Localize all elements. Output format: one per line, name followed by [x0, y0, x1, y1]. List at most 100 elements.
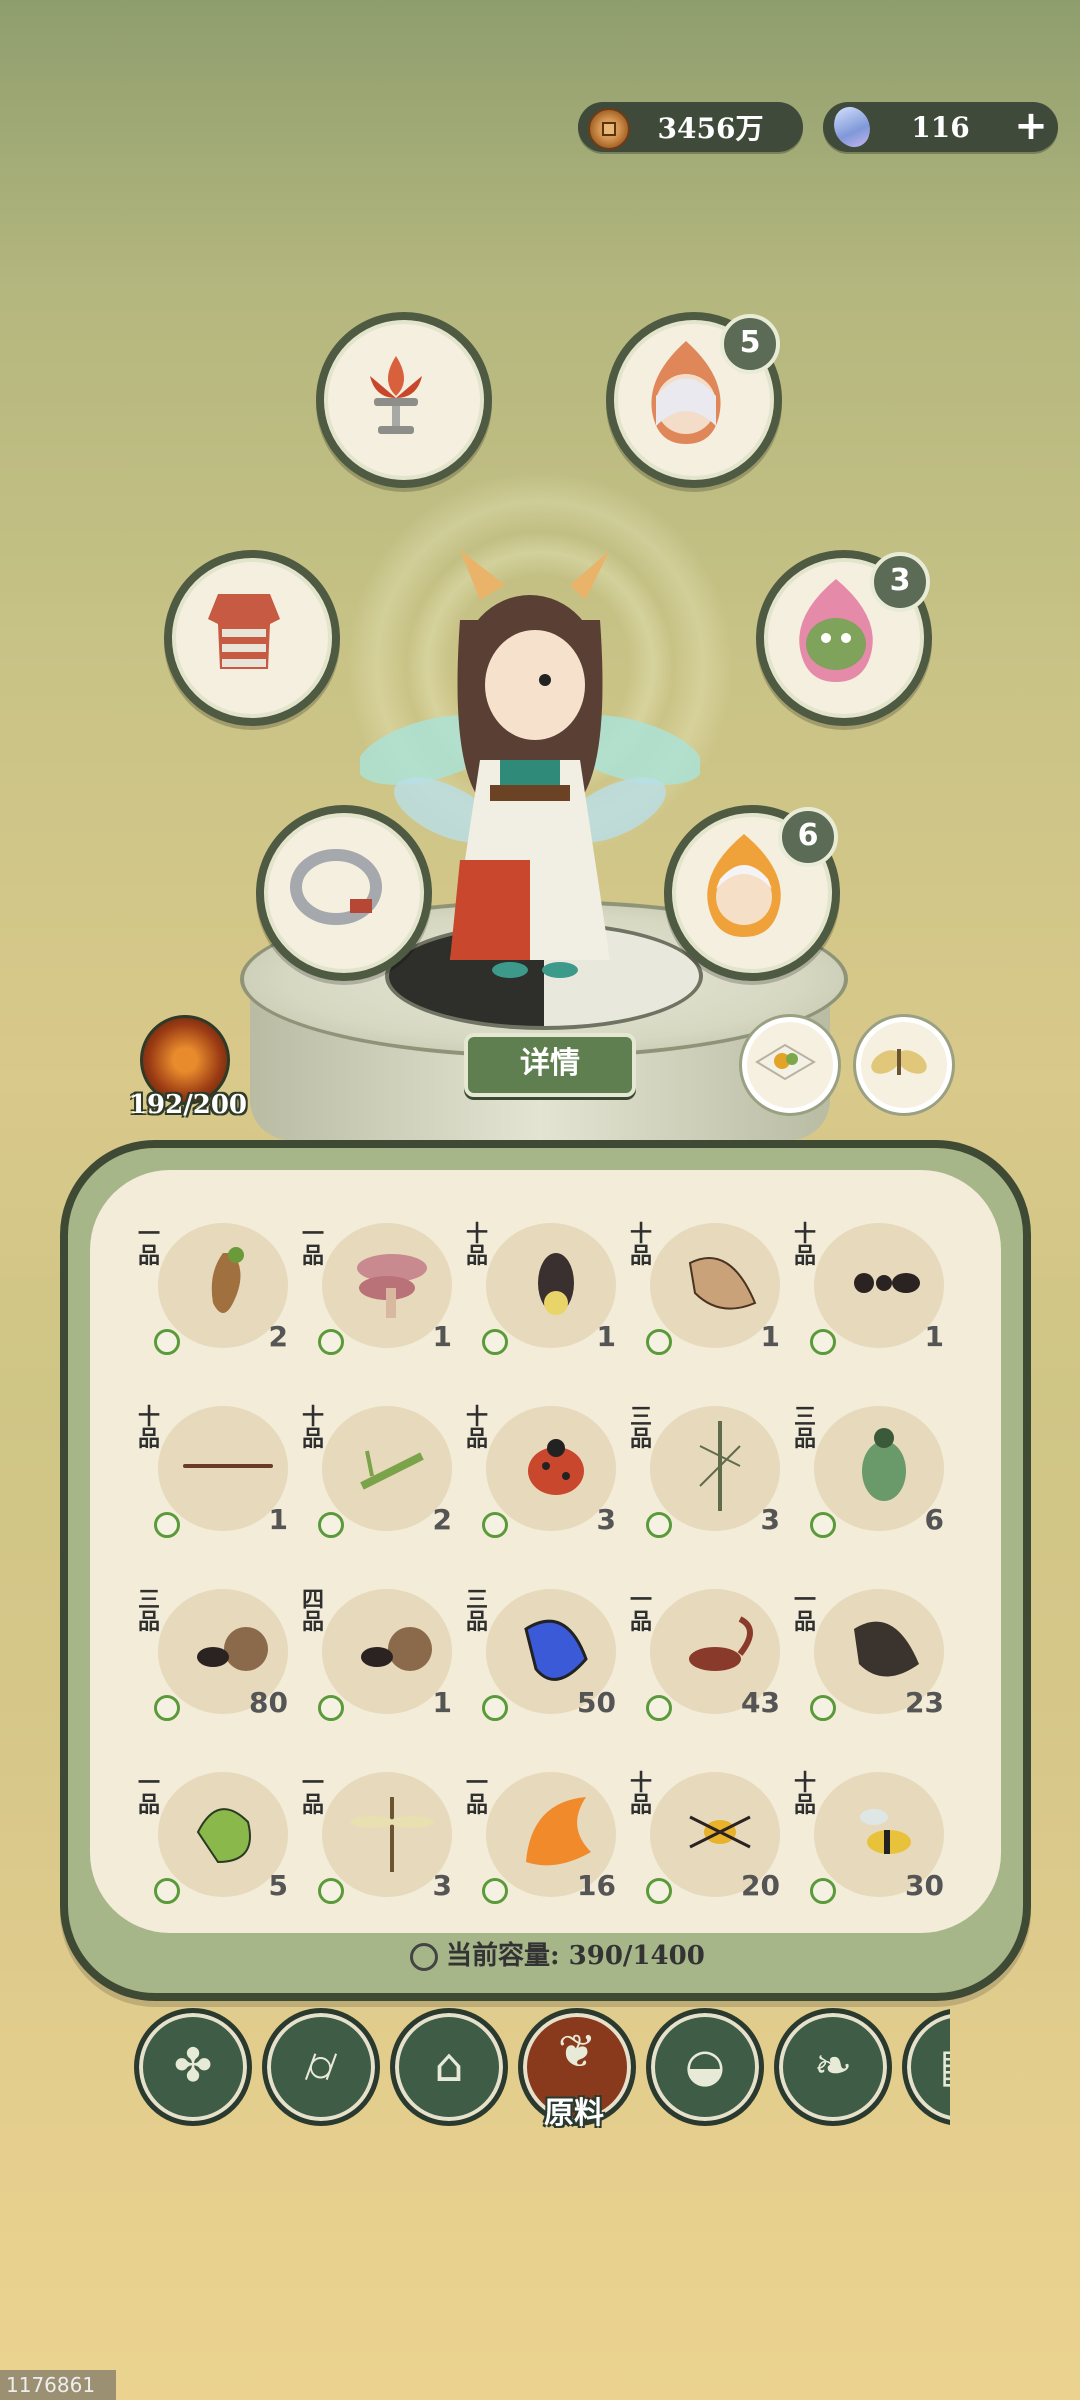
inventory-item[interactable]: 一品 2 [138, 1215, 288, 1365]
item-grade: 十品 [138, 1404, 161, 1452]
coin-value: 3456万 [657, 112, 764, 145]
inventory-item[interactable]: 一品 3 [302, 1764, 452, 1914]
item-tag-icon [646, 1695, 672, 1721]
item-tag-icon [318, 1329, 344, 1355]
item-count: 1 [268, 1503, 288, 1536]
item-tag-icon [810, 1329, 836, 1355]
coin-counter: 3456万 [578, 102, 803, 152]
nav-log[interactable]: ⌭ [262, 2008, 380, 2126]
nav-scroll[interactable]: ▤ [902, 2008, 950, 2125]
inventory-item[interactable]: 十品 1 [466, 1215, 616, 1365]
slot-spirit-fire-elder[interactable]: 5 [606, 312, 782, 488]
inventory-item[interactable]: 一品 43 [630, 1581, 780, 1731]
inventory-item[interactable]: 十品 20 [630, 1764, 780, 1914]
item-tag-icon [154, 1695, 180, 1721]
item-count: 3 [596, 1503, 616, 1536]
twig-icon [183, 1464, 273, 1468]
inventory-item[interactable]: 一品 16 [466, 1764, 616, 1914]
dung-beetle-icon [361, 1627, 432, 1671]
item-count: 1 [924, 1320, 944, 1353]
item-count: 1 [432, 1686, 452, 1719]
item-count: 30 [905, 1869, 944, 1902]
item-grade: 十品 [302, 1404, 325, 1452]
slot-badge: 3 [870, 552, 930, 612]
item-grade: 十品 [794, 1221, 817, 1269]
inventory-item[interactable]: 十品 1 [138, 1398, 288, 1548]
slot-dragon-beast[interactable]: 3 [756, 550, 932, 726]
log-icon: ⌭ [304, 2038, 338, 2092]
dark-moth-wing-icon [854, 1621, 919, 1677]
flame-wing-icon [526, 1797, 591, 1866]
item-tag-icon [154, 1329, 180, 1355]
inventory-item[interactable]: 一品 5 [138, 1764, 288, 1914]
item-tag-icon [646, 1878, 672, 1904]
inventory-item[interactable]: 三品 6 [794, 1398, 944, 1548]
golden-spider-icon [689, 1815, 751, 1849]
item-grade: 一品 [138, 1221, 161, 1269]
ginseng-root-icon [211, 1247, 244, 1313]
item-count: 1 [596, 1320, 616, 1353]
item-tag-icon [810, 1878, 836, 1904]
nav-rice-bowl[interactable]: ◒ [646, 2008, 764, 2126]
item-tag-icon [154, 1878, 180, 1904]
grid-menu-icon: ✤ [173, 2038, 213, 2092]
moth-icon [871, 1049, 927, 1075]
item-tag-icon [482, 1878, 508, 1904]
wasp-icon [860, 1809, 911, 1854]
inventory-item[interactable]: 三品 3 [630, 1398, 780, 1548]
inventory-item[interactable]: 一品 23 [794, 1581, 944, 1731]
item-grade: 一品 [630, 1587, 653, 1635]
item-grade: 一品 [466, 1770, 489, 1818]
gem-icon [827, 102, 877, 152]
item-grade: 一品 [302, 1221, 325, 1269]
slot-lotus-lamp[interactable] [316, 312, 492, 488]
item-grade: 十品 [794, 1770, 817, 1818]
lingzhi-mushroom-icon [357, 1254, 427, 1318]
item-tag-icon [482, 1512, 508, 1538]
item-count: 1 [760, 1320, 780, 1353]
item-count: 20 [741, 1869, 780, 1902]
gem-value: 116 [911, 110, 970, 144]
nav-grid-menu[interactable]: ✤ [134, 2008, 252, 2126]
inventory-item[interactable]: 十品 2 [302, 1398, 452, 1548]
armor-icon [208, 594, 280, 669]
slot-badge: 6 [778, 807, 838, 867]
detail-button[interactable]: 详情 [464, 1033, 636, 1097]
item-grade: 一品 [302, 1770, 325, 1818]
herb-icon: ❦ [557, 2024, 597, 2078]
house-icon: ⌂ [434, 2038, 464, 2092]
inventory-item[interactable]: 十品 1 [630, 1215, 780, 1365]
item-tag-icon [646, 1512, 672, 1538]
item-count: 16 [577, 1869, 616, 1902]
ring-icon [290, 849, 382, 925]
inventory-item[interactable]: 十品 1 [794, 1215, 944, 1365]
item-tag-icon [154, 1512, 180, 1538]
inventory-item[interactable]: 一品 1 [302, 1215, 452, 1365]
item-grade: 一品 [138, 1770, 161, 1818]
slot-armor[interactable] [164, 550, 340, 726]
item-count: 43 [741, 1686, 780, 1719]
inventory-item[interactable]: 十品 3 [466, 1398, 616, 1548]
moth-slot[interactable] [856, 1017, 952, 1113]
nav-active-label: 原料 [544, 2096, 604, 2131]
item-grade: 三品 [794, 1404, 817, 1452]
inventory-item[interactable]: 四品 1 [302, 1581, 452, 1731]
item-tag-icon [482, 1329, 508, 1355]
inventory-item[interactable]: 三品 50 [466, 1581, 616, 1731]
slot-ring[interactable] [256, 805, 432, 981]
add-gems-button[interactable]: + [1012, 106, 1050, 146]
item-grade: 十品 [466, 1404, 489, 1452]
item-grade: 三品 [138, 1587, 161, 1635]
nav-ginseng[interactable]: ❧ [774, 2008, 892, 2126]
item-count: 3 [760, 1503, 780, 1536]
nav-house[interactable]: ⌂ [390, 2008, 508, 2126]
slot-fire-spirit-boy[interactable]: 6 [664, 805, 840, 981]
inventory-item[interactable]: 三品 80 [138, 1581, 288, 1731]
blue-butterfly-wing-icon [524, 1619, 588, 1681]
inventory-item[interactable]: 十品 30 [794, 1764, 944, 1914]
food-plate-slot[interactable] [742, 1017, 838, 1113]
item-tag-icon [646, 1329, 672, 1355]
scorpion-icon [689, 1616, 753, 1671]
item-count: 6 [924, 1503, 944, 1536]
item-grade: 十品 [630, 1770, 653, 1818]
